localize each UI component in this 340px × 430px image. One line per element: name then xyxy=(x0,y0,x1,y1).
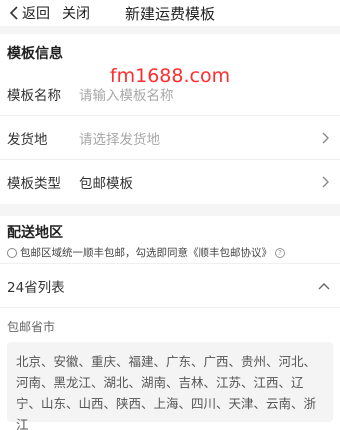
page-title: 新建运费模板 xyxy=(124,4,215,23)
help-icon[interactable]: ? xyxy=(275,247,285,258)
nav-bar: 返回 关闭 新建运费模板 xyxy=(0,0,340,26)
template-type-label: 模板类型 xyxy=(7,176,61,192)
template-name-row[interactable]: 模板名称 请输入模板名称 xyxy=(0,72,340,116)
section-gap xyxy=(0,204,340,216)
back-label: 返回 xyxy=(22,6,50,22)
agreement-row[interactable]: 包邮区域统一顺丰包邮，勾选即同意《顺丰包邮协议》 ? xyxy=(0,242,340,264)
delivery-area-title: 配送地区 xyxy=(7,225,63,241)
chevron-right-icon xyxy=(322,132,329,143)
template-name-label: 模板名称 xyxy=(7,87,61,104)
template-type-row[interactable]: 模板类型 包邮模板 xyxy=(0,160,340,204)
chevron-up-icon xyxy=(318,282,330,289)
ship-from-select[interactable]: 请选择发货地 xyxy=(79,128,320,148)
template-name-input[interactable]: 请输入模板名称 xyxy=(79,84,330,104)
free-shipping-label: 包邮省市 xyxy=(7,320,56,334)
ship-from-label: 发货地 xyxy=(7,131,48,148)
provinces-list-title: 24省列表 xyxy=(7,279,65,296)
agree-radio[interactable] xyxy=(7,247,17,258)
ship-from-row[interactable]: 发货地 请选择发货地 xyxy=(0,116,340,160)
chevron-right-icon xyxy=(322,176,329,188)
agreement-text: 包邮区域统一顺丰包邮，勾选即同意《顺丰包邮协议》 xyxy=(20,247,272,259)
provinces-box: 北京、安徽、重庆、福建、广东、广西、贵州、河北、河南、黑龙江、湖北、湖南、吉林、… xyxy=(7,342,333,430)
section-gap xyxy=(0,26,340,34)
provinces-list-header[interactable]: 24省列表 xyxy=(0,264,340,308)
template-type-value[interactable]: 包邮模板 xyxy=(79,172,320,192)
close-button[interactable]: 关闭 xyxy=(62,3,90,23)
chevron-left-icon xyxy=(9,6,18,20)
template-info-title: 模板信息 xyxy=(7,46,63,62)
back-button[interactable]: 返回 xyxy=(8,3,50,23)
